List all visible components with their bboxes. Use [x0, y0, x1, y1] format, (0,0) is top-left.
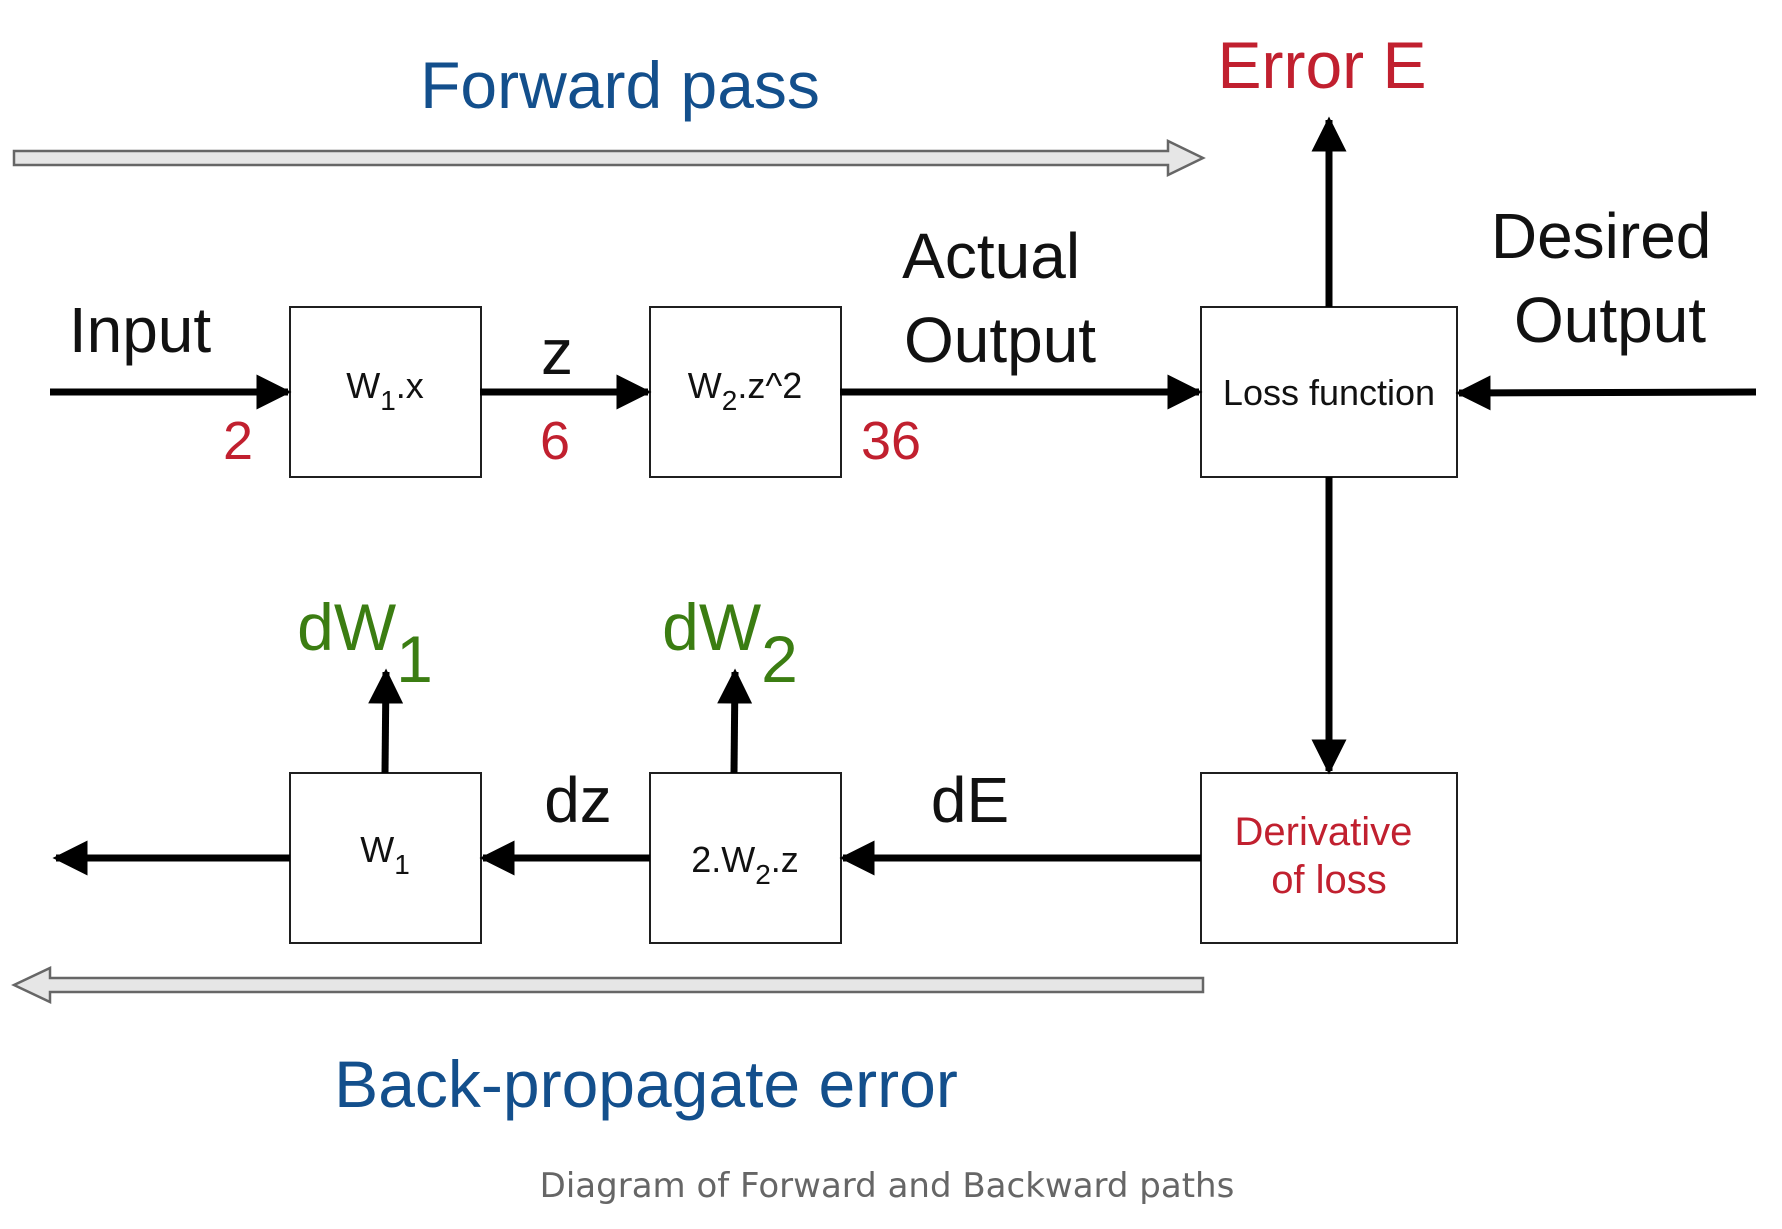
- backpropagate-arrow: [11, 966, 1205, 1004]
- dw2-arrow: [717, 668, 753, 774]
- desired-output-label: Desired Output: [1491, 200, 1729, 356]
- backpropagate-title: Back-propagate error: [334, 1047, 958, 1121]
- error-title: Error E: [1217, 28, 1426, 102]
- dw2-label: dW2: [662, 590, 798, 696]
- input-value: 2: [223, 411, 253, 471]
- actual-output-label: Actual Output: [902, 220, 1098, 376]
- box-loss-function-label: Loss function: [1223, 372, 1435, 413]
- dw1-arrow: [368, 668, 404, 774]
- dE-label: dE: [931, 764, 1009, 836]
- backprop-diagram: Forward pass Error E W1.x W2.z^2 Loss fu…: [11, 28, 1757, 1206]
- output-value: 36: [861, 411, 921, 471]
- desired-output-arrow: [1455, 375, 1757, 411]
- z-label: z: [541, 316, 573, 388]
- dw1-label: dW1: [297, 590, 433, 696]
- forward-pass-arrow: [12, 139, 1206, 177]
- dz-label: dz: [544, 764, 612, 836]
- z-value: 6: [540, 411, 570, 471]
- forward-pass-title: Forward pass: [420, 48, 820, 122]
- input-label: Input: [69, 294, 212, 366]
- diagram-caption: Diagram of Forward and Backward paths: [540, 1166, 1235, 1206]
